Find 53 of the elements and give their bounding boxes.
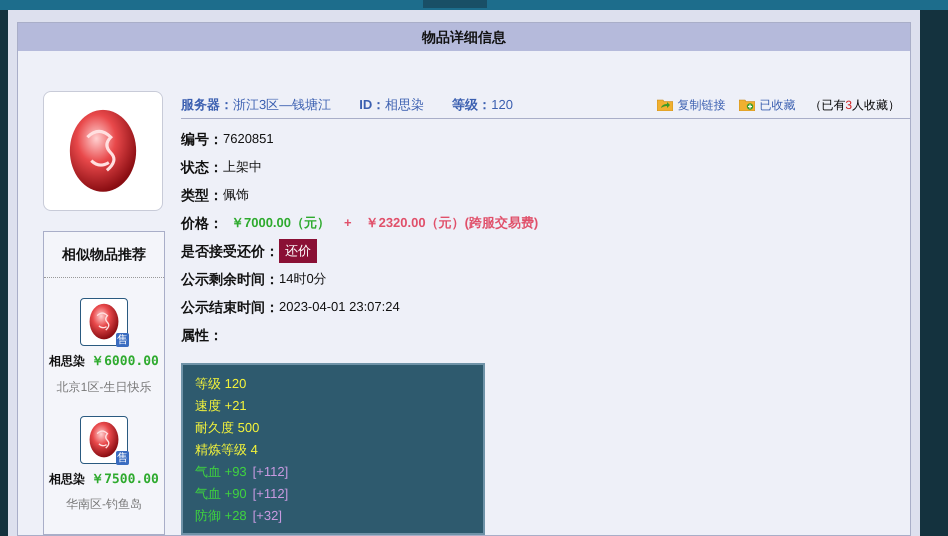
field-value: 7620851 [223,130,274,148]
attribute-text: 气血 +90 [195,485,247,504]
plus-sign: + [344,214,352,232]
attribute-text: 等级 120 [195,375,246,394]
field-label: 是否接受还价： [181,242,279,260]
item-name[interactable]: 相思染 [49,470,86,488]
attribute-text: 防御 +28 [195,507,247,526]
favorites-text: （已有 [809,96,846,114]
counter-offer-button[interactable]: 还价 [279,239,317,263]
copy-link[interactable]: 复制链接 [657,96,726,114]
attribute-text: 耐久度 500 [195,419,260,438]
folder-plus-icon [739,98,756,111]
field-label: 类型： [181,186,223,204]
attribute-bonus: [+112] [252,485,288,504]
fee-value: ￥2320.00（元）(跨服交易费) [366,214,538,232]
field-value: 浙江3区—钱塘江 [233,96,332,114]
attribute-bonus: [+112] [252,463,288,482]
field-label: 服务器： [181,96,233,114]
top-tab[interactable] [423,0,487,8]
field-value: 佩饰 [223,186,249,204]
field-label: 编号： [181,130,223,148]
field-value: 上架中 [223,158,262,176]
field-label: 状态： [181,158,223,176]
favorites-count: 3 [845,96,852,114]
field-value: 120 [491,96,513,114]
attribute-text: 气血 +93 [195,463,247,482]
similar-title: 相似物品推荐 [44,232,164,278]
panel-title: 物品详细信息 [18,23,910,51]
attribute-text: 精炼等级 4 [195,441,258,460]
field-label: 价格： [181,214,223,232]
server-name: 华南区-钓鱼岛 [66,496,142,513]
folder-arrow-icon [657,98,674,111]
attribute-bonus: [+32] [252,507,282,526]
field-label: 属性： [181,326,223,344]
field-value: 2023-04-01 23:07:24 [279,298,400,316]
item-thumbnail[interactable]: 售 [80,416,128,464]
field-label: 公示剩余时间： [181,270,279,288]
sale-badge: 售 [116,450,129,464]
price-value: ￥7000.00（元） [231,214,330,232]
item-price: ￥7500.00 [91,470,159,488]
item-name[interactable]: 相思染 [49,352,86,370]
field-label: 公示结束时间： [181,298,279,316]
field-value: 14时0分 [279,270,327,288]
item-thumbnail[interactable]: 售 [80,298,128,346]
attribute-text: 速度 +21 [195,397,247,416]
field-label: 等级： [452,96,492,114]
item-price: ￥6000.00 [91,353,159,371]
sale-badge: 售 [116,333,129,347]
field-label: ID： [359,96,386,114]
server-name: 北京1区-生日快乐 [56,378,152,396]
favorites-text: 人收藏） [852,96,900,114]
field-value: 相思染 [385,96,424,114]
favorite-link[interactable]: 已收藏 [739,96,796,114]
